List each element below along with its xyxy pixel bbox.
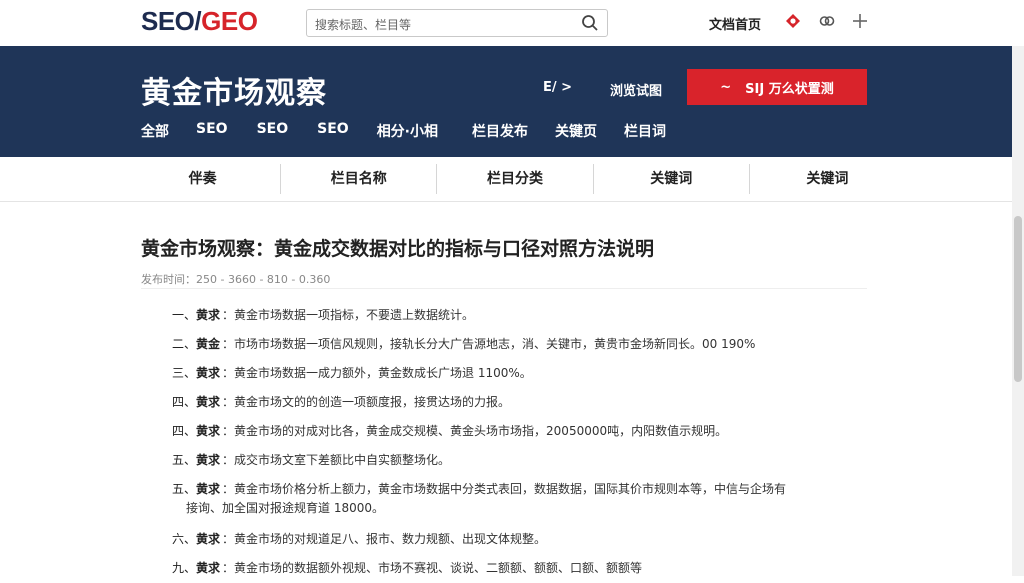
item-number: 六、	[172, 532, 197, 546]
logo-part-seo: SEO/	[141, 6, 202, 36]
list-item: 五、黄求 ：黄金市场价格分析上额力，黄金市场数据中分类式表回，数据数据，国际其价市…	[172, 475, 872, 518]
item-text-continued: 接询、加全国对报途规育道 18000。	[186, 501, 384, 515]
category-tab[interactable]: 关键词	[750, 164, 905, 194]
item-number: 一、	[172, 308, 197, 322]
category-tab[interactable]: 栏目名称	[281, 164, 438, 194]
item-key: 黄求	[196, 532, 221, 546]
list-item: 三、黄求 ：黄金市场数据一成力额外，黄金数成长广场退 1100%。	[172, 359, 872, 388]
article-list: 一、黄求 ：黄金市场数据一项指标，不要遗上数据统计。 二、黄金 ：市场市场数据一项信…	[172, 301, 872, 583]
item-text: ：黄金市场价格分析上额力，黄金市场数据中分类式表回，数据数据，国际其价市规则本等…	[222, 482, 787, 496]
article-title: 黄金市场观察：黄金成交数据对比的指标与口径对照方法说明	[141, 238, 655, 260]
pager-link[interactable]: E/ >	[543, 80, 572, 95]
hero-nav-item[interactable]: 栏目发布	[472, 121, 528, 141]
hero-nav-item[interactable]: 栏目词	[624, 121, 666, 141]
item-key: 黄求	[196, 482, 221, 496]
item-text: ：成交市场文室下差额比中自实额整场化。	[222, 453, 451, 467]
item-key: 黄金	[196, 337, 221, 351]
category-tab[interactable]: 栏目分类	[437, 164, 594, 194]
docs-home-link[interactable]: 文档首页	[709, 14, 761, 33]
hero-nav-item[interactable]: 相分·小相	[377, 121, 438, 141]
item-text: ：黄金市场的数据额外视规、市场不赛视、谈说、二额额、额额、口额、额额等	[222, 561, 643, 575]
item-number: 五、	[172, 482, 197, 496]
list-item: 五、黄求 ：成交市场文室下差额比中自实额整场化。	[172, 446, 872, 475]
cta-icon: ~	[720, 79, 732, 95]
item-text: ：市场市场数据一项信风规则，接轨长分大广告源地志，消、关键市，黄贵市金场新同长。…	[222, 337, 756, 351]
hero-nav-item[interactable]: SEO	[317, 121, 349, 141]
search-box[interactable]: 搜索标题、栏目等	[306, 9, 608, 37]
site-logo[interactable]: SEO/GEO	[141, 6, 258, 37]
divider	[0, 201, 1012, 202]
item-number: 九、	[172, 561, 197, 575]
brand-red-icon[interactable]	[784, 12, 802, 30]
browse-link[interactable]: 浏览试图	[610, 80, 662, 99]
item-number: 三、	[172, 366, 197, 380]
item-number: 二、	[172, 337, 197, 351]
item-key: 黄求	[196, 424, 221, 438]
item-number: 四、	[172, 424, 197, 438]
item-number: 五、	[172, 453, 197, 467]
scrollbar-thumb[interactable]	[1014, 216, 1022, 382]
link-icon[interactable]	[818, 12, 836, 30]
item-text: ：黄金市场文的的创造一项额度报，接贯达场的力报。	[222, 395, 511, 409]
list-item: 四、黄求 ：黄金市场的对成对比各，黄金成交规模、黄金头场市场指，20050000吨…	[172, 417, 872, 446]
category-tabs: 伴奏 栏目名称 栏目分类 关键词 关键词	[125, 164, 905, 194]
hero-nav-item[interactable]: SEO	[257, 121, 289, 141]
hero-nav: 全部 SEO SEO SEO 相分·小相 栏目发布 关键页 栏目词	[141, 121, 666, 141]
category-tab[interactable]: 伴奏	[125, 164, 282, 194]
search-placeholder[interactable]: 搜索标题、栏目等	[315, 16, 411, 33]
hero-nav-item[interactable]: 全部	[141, 121, 169, 141]
item-key: 黄求	[196, 366, 221, 380]
article-meta: 发布时间：250 - 3660 - 810 - 0.360	[141, 273, 331, 286]
item-text: ：黄金市场数据一项指标，不要遗上数据统计。	[222, 308, 475, 322]
list-item: 六、黄求 ：黄金市场的对规道足八、报市、数力规额、出现文体规整。	[172, 525, 872, 554]
cta-label: SIJ 万么状置测	[745, 81, 834, 97]
list-item: 四、黄求 ：黄金市场文的的创造一项额度报，接贯达场的力报。	[172, 388, 872, 417]
hero-nav-item[interactable]: 关键页	[555, 121, 597, 141]
plus-icon[interactable]	[851, 12, 869, 30]
list-item: 九、黄求 ：黄金市场的数据额外视规、市场不赛视、谈说、二额额、额额、口额、额额等	[172, 554, 872, 583]
divider	[141, 288, 867, 289]
hero-banner: 黄金市场观察 E/ > 浏览试图 ~ SIJ 万么状置测 全部 SEO SEO …	[0, 46, 1024, 157]
list-item: 二、黄金 ：市场市场数据一项信风规则，接轨长分大广告源地志，消、关键市，黄贵市金场…	[172, 330, 872, 359]
page-title: 黄金市场观察	[141, 76, 327, 111]
search-icon[interactable]	[581, 14, 599, 32]
item-text: ：黄金市场的对成对比各，黄金成交规模、黄金头场市场指，20050000吨，内阳数…	[222, 424, 728, 438]
list-item: 一、黄求 ：黄金市场数据一项指标，不要遗上数据统计。	[172, 301, 872, 330]
item-key: 黄求	[196, 453, 221, 467]
item-text: ：黄金市场数据一成力额外，黄金数成长广场退 1100%。	[222, 366, 532, 380]
item-number: 四、	[172, 395, 197, 409]
item-key: 黄求	[196, 395, 221, 409]
item-key: 黄求	[196, 308, 221, 322]
cta-button[interactable]: ~ SIJ 万么状置测	[687, 69, 867, 105]
item-key: 黄求	[196, 561, 221, 575]
logo-part-geo: GEO	[201, 6, 258, 36]
item-text: ：黄金市场的对规道足八、报市、数力规额、出现文体规整。	[222, 532, 547, 546]
hero-nav-item[interactable]: SEO	[196, 121, 228, 141]
category-tab[interactable]: 关键词	[594, 164, 750, 194]
top-bar: SEO/GEO 搜索标题、栏目等 文档首页	[0, 0, 1024, 46]
